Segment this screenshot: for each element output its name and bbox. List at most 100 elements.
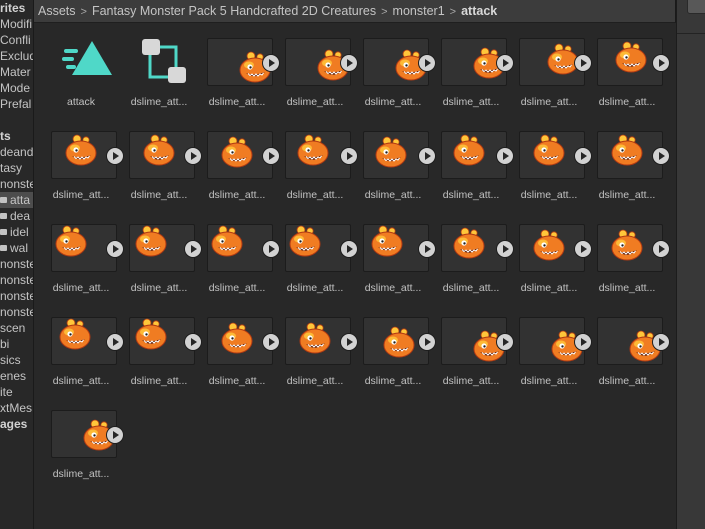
sprite-asset[interactable]: dslime_att...	[42, 302, 124, 392]
panel-button[interactable]	[687, 0, 705, 14]
sprite-asset[interactable]: dslime_att...	[198, 302, 280, 392]
sprite-asset[interactable]: dslime_att...	[198, 209, 280, 299]
sprite-asset[interactable]: dslime_att...	[510, 302, 592, 392]
sprite-asset[interactable]: dslime_att...	[432, 302, 514, 392]
sprite-asset[interactable]: dslime_att...	[42, 395, 124, 485]
asset-label: dslime_att...	[286, 96, 344, 108]
sprite-asset[interactable]: dslime_att...	[354, 302, 436, 392]
sprite-asset[interactable]: dslime_att...	[354, 116, 436, 206]
asset-label: dslime_att...	[364, 189, 422, 201]
sprite-thumbnail	[441, 38, 514, 86]
asset-label: dslime_att...	[286, 282, 344, 294]
tree-item-label: nonste	[0, 289, 34, 303]
tree-item[interactable]: nonste	[0, 304, 33, 320]
tree-item[interactable]: nonste	[0, 288, 34, 304]
folder-icon	[0, 212, 7, 219]
sprite-asset[interactable]: dslime_att...	[588, 302, 670, 392]
asset-label: dslime_att...	[442, 282, 500, 294]
tree-item-label: idel	[10, 225, 29, 239]
sprite-thumbnail	[51, 131, 124, 179]
breadcrumb-separator-icon: >	[80, 6, 87, 18]
sprite-asset[interactable]: dslime_att...	[432, 209, 514, 299]
sprite-asset[interactable]: dslime_att...	[276, 23, 358, 113]
sprite-asset[interactable]: dslime_att...	[588, 23, 670, 113]
sprite-asset[interactable]: dslime_att...	[276, 302, 358, 392]
asset-label: dslime_att...	[52, 375, 110, 387]
tree-item[interactable]: atta	[0, 192, 33, 208]
tree-item[interactable]: deand	[0, 144, 33, 160]
tree-item[interactable]: Prefal	[0, 96, 31, 112]
slime-sprite-icon	[297, 134, 329, 166]
animation-clip-asset[interactable]: attack	[42, 23, 120, 113]
sprite-asset[interactable]: dslime_att...	[588, 209, 670, 299]
tree-item[interactable]: Exclud	[0, 48, 33, 64]
breadcrumb-item[interactable]: monster1	[393, 4, 445, 18]
sprite-asset[interactable]: dslime_att...	[42, 209, 124, 299]
tree-item[interactable]: scen	[0, 320, 25, 336]
tree-item[interactable]: nonste	[0, 272, 33, 288]
sprite-asset[interactable]: dslime_att...	[120, 209, 202, 299]
sprite-thumbnail	[363, 317, 436, 365]
tree-item[interactable]: ts	[0, 128, 11, 144]
sprite-asset[interactable]: dslime_att...	[42, 116, 124, 206]
tree-item[interactable]: enes	[0, 368, 26, 384]
tree-item[interactable]: dea	[0, 208, 30, 224]
sprite-asset[interactable]: dslime_att...	[510, 23, 592, 113]
slime-sprite-icon	[453, 134, 485, 166]
tree-item[interactable]: xtMes	[0, 400, 32, 416]
tree-item[interactable]: nonste	[0, 176, 33, 192]
sprite-asset[interactable]: dslime_att...	[510, 116, 592, 206]
breadcrumb-item[interactable]: attack	[461, 4, 497, 18]
tree-item[interactable]: Mode	[0, 80, 30, 96]
sprite-asset[interactable]: dslime_att...	[120, 116, 202, 206]
sprite-asset[interactable]: dslime_att...	[276, 209, 358, 299]
tree-item[interactable]: tasy	[0, 160, 22, 176]
asset-label: dslime_att...	[598, 96, 656, 108]
tree-item[interactable]: bi	[0, 336, 9, 352]
sprite-asset[interactable]: dslime_att...	[120, 302, 202, 392]
sprite-asset[interactable]: dslime_att...	[354, 23, 436, 113]
tree-item-label: Mater	[0, 65, 31, 79]
animator-controller-asset[interactable]: dslime_att...	[120, 23, 198, 113]
tree-item[interactable]: wal	[0, 240, 28, 256]
asset-label: dslime_att...	[208, 189, 266, 201]
tree-item-label: nonste	[0, 257, 34, 271]
project-tree-panel: rites Modifi Confli Exclud Mater Mode Prefal ts…	[0, 0, 34, 529]
asset-label: dslime_att...	[598, 375, 656, 387]
tree-item-label: enes	[0, 369, 27, 383]
sprite-asset[interactable]: dslime_att...	[354, 209, 436, 299]
tree-item[interactable]: ite	[0, 384, 13, 400]
tree-item-label: deand	[0, 145, 34, 159]
sprite-asset[interactable]: dslime_att...	[432, 23, 514, 113]
tree-item[interactable]: ages	[0, 416, 27, 432]
slime-sprite-icon	[143, 134, 175, 166]
play-icon[interactable]	[652, 240, 670, 258]
tree-item-label: atta	[10, 193, 31, 207]
tree-item[interactable]: Modifi	[0, 16, 32, 32]
sprite-asset[interactable]: dslime_att...	[432, 116, 514, 206]
tree-item[interactable]: rites	[0, 0, 25, 16]
sprite-asset[interactable]: dslime_att...	[198, 116, 280, 206]
breadcrumb-item[interactable]: Assets	[38, 4, 76, 18]
play-icon[interactable]	[106, 426, 124, 444]
play-icon[interactable]	[652, 54, 670, 72]
asset-label: dslime_att...	[52, 189, 110, 201]
sprite-asset[interactable]: dslime_att...	[510, 209, 592, 299]
tree-item[interactable]: Confli	[0, 32, 31, 48]
sprite-asset[interactable]: dslime_att...	[276, 116, 358, 206]
sprite-asset[interactable]: dslime_att...	[198, 23, 280, 113]
sprite-thumbnail	[129, 131, 202, 179]
breadcrumb-item[interactable]: Fantasy Monster Pack 5 Handcrafted 2D Cr…	[92, 4, 376, 18]
tree-item[interactable]: Mater	[0, 64, 31, 80]
asset-label: dslime_att...	[364, 96, 422, 108]
sprite-thumbnail	[51, 224, 124, 272]
sprite-asset[interactable]: dslime_att...	[588, 116, 670, 206]
asset-label: dslime_att...	[442, 189, 500, 201]
asset-label: dslime_att...	[520, 189, 578, 201]
play-icon[interactable]	[652, 333, 670, 351]
tree-item[interactable]: idel	[0, 224, 29, 240]
asset-label: dslime_att...	[130, 189, 188, 201]
tree-item[interactable]: sics	[0, 352, 21, 368]
tree-item[interactable]: nonste	[0, 256, 34, 272]
play-icon[interactable]	[652, 147, 670, 165]
